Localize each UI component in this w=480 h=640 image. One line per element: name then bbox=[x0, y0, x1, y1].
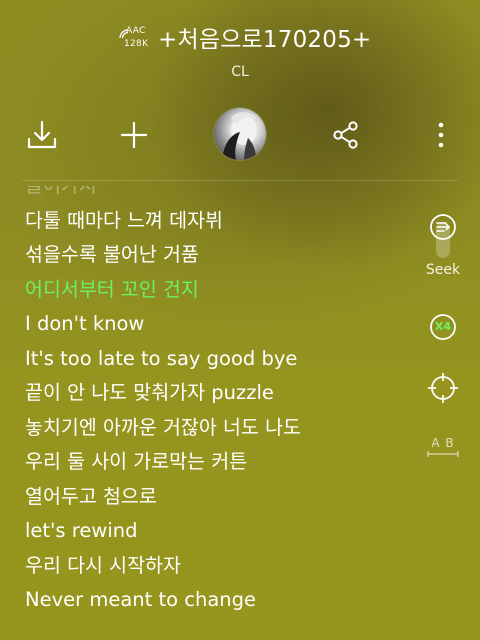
lyric-line[interactable]: 섞을수록 불어난 거품 bbox=[25, 238, 420, 273]
ab-label: A B bbox=[431, 436, 455, 450]
ab-repeat-icon bbox=[427, 451, 459, 457]
download-icon bbox=[27, 120, 57, 149]
crosshair-icon bbox=[428, 373, 458, 403]
lyric-line[interactable]: It's too late to say good bye bbox=[25, 342, 420, 377]
more-options-button[interactable] bbox=[426, 104, 456, 166]
ab-repeat-button[interactable]: A B bbox=[418, 436, 468, 458]
action-toolbar bbox=[0, 104, 480, 166]
player-header: AAC 128K +처음으로170205+ CL bbox=[0, 16, 480, 86]
lyric-line-partial: 끌어가지 bbox=[25, 186, 420, 204]
avatar-image bbox=[222, 112, 258, 160]
add-to-playlist-button[interactable] bbox=[114, 104, 154, 166]
song-title: +처음으로170205+ bbox=[158, 27, 372, 53]
lyric-line[interactable]: 열어두고 첨으로 bbox=[25, 480, 420, 515]
sync-target-button[interactable] bbox=[418, 372, 468, 404]
lyric-line-current[interactable]: 어디서부터 꼬인 건지 bbox=[25, 273, 420, 308]
lyric-line[interactable]: 다툴 때마다 느껴 데자뷔 bbox=[25, 204, 420, 239]
share-icon bbox=[333, 121, 358, 149]
bitrate-label: 128K bbox=[124, 39, 149, 49]
download-button[interactable] bbox=[22, 104, 62, 166]
lyrics-panel[interactable]: 끌어가지 다툴 때마다 느껴 데자뷔 섞을수록 불어난 거품 어디서부터 꼬인 … bbox=[25, 186, 420, 640]
share-button[interactable] bbox=[326, 104, 366, 166]
lyric-line[interactable]: 끝이 안 나도 맞춰가자 puzzle bbox=[25, 376, 420, 411]
seek-label: Seek bbox=[425, 262, 461, 278]
speed-label: X4 bbox=[434, 320, 452, 333]
speed-button[interactable]: X4 bbox=[418, 312, 468, 342]
plus-icon bbox=[120, 121, 148, 149]
lyric-line[interactable]: let's rewind bbox=[25, 514, 420, 549]
more-vertical-icon bbox=[438, 122, 444, 148]
audio-quality-badge: AAC 128K bbox=[118, 26, 156, 62]
lyric-line[interactable]: 우리 둘 사이 가로막는 커튼 bbox=[25, 445, 420, 480]
seek-toggle-icon bbox=[430, 214, 456, 258]
toolbar-divider bbox=[22, 180, 458, 181]
seek-control[interactable]: Seek bbox=[418, 212, 468, 278]
codec-label: AAC bbox=[126, 26, 146, 36]
lyric-line[interactable]: I don't know bbox=[25, 307, 420, 342]
lyric-line[interactable]: 우리 다시 시작하자 bbox=[25, 549, 420, 584]
lyric-line[interactable]: Never meant to change bbox=[25, 583, 420, 618]
lyric-line[interactable]: 놓치기엔 아까운 거잖아 너도 나도 bbox=[25, 411, 420, 446]
artist-name[interactable]: CL bbox=[0, 64, 480, 80]
artist-avatar[interactable] bbox=[214, 108, 266, 160]
